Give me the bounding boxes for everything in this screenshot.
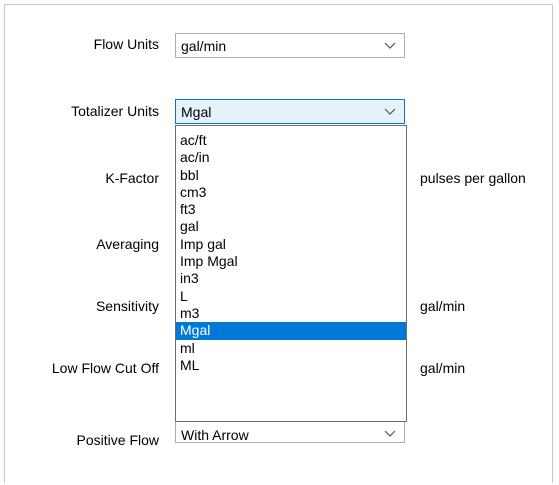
dropdown-option[interactable]: cm3 (176, 184, 406, 201)
dropdown-option[interactable]: Imp gal (176, 236, 406, 253)
averaging-label: Averaging (96, 236, 159, 252)
totalizer-units-select[interactable]: Mgal (175, 99, 405, 124)
flow-units-value: gal/min (181, 38, 227, 54)
dropdown-option[interactable]: ft3 (176, 201, 406, 218)
dropdown-option[interactable]: ML (176, 357, 406, 374)
dropdown-option[interactable]: bbl (176, 167, 406, 184)
chevron-down-icon (384, 42, 396, 49)
dropdown-option[interactable]: gal (176, 218, 406, 235)
dropdown-option[interactable]: in3 (176, 270, 406, 287)
chevron-down-icon (384, 108, 396, 115)
dropdown-option[interactable]: ml (176, 340, 406, 357)
dropdown-option[interactable]: Imp Mgal (176, 253, 406, 270)
dropdown-option[interactable]: Mgal (176, 322, 406, 340)
positive-flow-label: Positive Flow (76, 432, 159, 448)
totalizer-units-dropdown-list[interactable]: ac/ft ac/in bbl cm3 ft3 gal Imp gal Imp Mgal in3… (175, 125, 407, 422)
sensitivity-label: Sensitivity (95, 298, 159, 314)
dropdown-option[interactable]: ac/in (176, 149, 406, 166)
k-factor-label: K-Factor (105, 170, 159, 186)
chevron-down-icon (384, 430, 396, 437)
low-flow-cut-off-unit: gal/min (420, 360, 466, 376)
dropdown-option[interactable]: L (176, 288, 406, 305)
positive-flow-value: With Arrow (181, 427, 249, 443)
flow-units-select[interactable]: gal/min (175, 33, 405, 58)
k-factor-unit: pulses per gallon (420, 170, 526, 186)
low-flow-cut-off-label: Low Flow Cut Off (51, 360, 159, 376)
totalizer-units-label: Totalizer Units (71, 103, 159, 119)
totalizer-units-value: Mgal (181, 104, 212, 120)
flow-units-label: Flow Units (93, 36, 159, 52)
sensitivity-unit: gal/min (420, 298, 466, 314)
dropdown-option[interactable]: ac/ft (176, 132, 406, 149)
dropdown-option[interactable]: m3 (176, 305, 406, 322)
